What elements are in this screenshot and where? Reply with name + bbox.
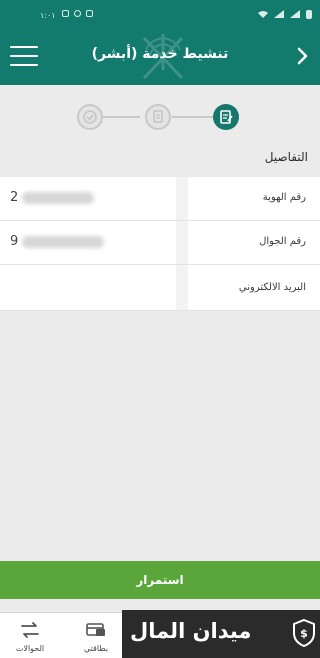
progress-stepper	[0, 85, 320, 145]
field-label: رقم الجوال	[259, 236, 306, 247]
nav-label: الحوالات	[15, 644, 45, 653]
transfer-icon	[21, 622, 39, 638]
nav-item-transfers[interactable]: الحوالات	[8, 617, 52, 657]
signal-icon	[274, 10, 284, 18]
svg-text:$: $	[300, 627, 308, 640]
step-connector	[98, 116, 140, 118]
field-divider	[176, 177, 188, 220]
nav-label: بطاقتي	[83, 644, 109, 653]
notification-icon	[86, 10, 93, 17]
field-label: رقم الهوية	[262, 192, 306, 203]
notification-icon	[62, 10, 69, 17]
brand-logo-overlay: ميدان المال $	[122, 610, 320, 658]
notification-icon	[74, 10, 81, 17]
field-value: 9	[10, 234, 19, 249]
section-title: التفاصيل	[264, 150, 308, 164]
nav-item-my-cards[interactable]: بطاقتي	[74, 617, 118, 657]
hamburger-menu-icon[interactable]	[10, 46, 38, 66]
step-details	[213, 104, 239, 130]
signal-icon	[290, 10, 300, 18]
shield-dollar-icon: $	[293, 618, 315, 648]
status-time: ١:٠١	[40, 11, 56, 20]
step-confirm	[77, 104, 103, 130]
chevron-right-icon[interactable]	[292, 46, 312, 66]
redacted-value	[22, 236, 104, 248]
step-verify	[145, 104, 171, 130]
field-label: البريد الالكتروني	[238, 282, 306, 293]
field-divider	[176, 221, 188, 264]
step-connector	[172, 116, 214, 118]
field-value: 2	[10, 190, 19, 205]
document-icon	[153, 110, 163, 123]
battery-icon	[306, 10, 312, 19]
brand-name: ميدان المال	[130, 619, 252, 643]
email-field[interactable]: البريد الالكتروني	[0, 265, 320, 311]
wifi-icon	[258, 11, 268, 18]
check-circle-icon	[83, 110, 97, 124]
edit-document-icon	[220, 110, 233, 124]
status-bar: ١:٠١	[0, 0, 320, 30]
field-divider	[176, 265, 188, 310]
redacted-value	[22, 192, 94, 204]
page-title: تنشيط خدمة (أبشر)	[91, 46, 229, 62]
card-icon	[86, 623, 105, 636]
app-header: ١:٠١ تنشيط خدمة (أبشر)	[0, 0, 320, 85]
national-id-field[interactable]: رقم الهوية 2	[0, 177, 320, 221]
continue-button[interactable]: استمرار	[0, 561, 320, 599]
mobile-number-field[interactable]: رقم الجوال 9	[0, 221, 320, 265]
